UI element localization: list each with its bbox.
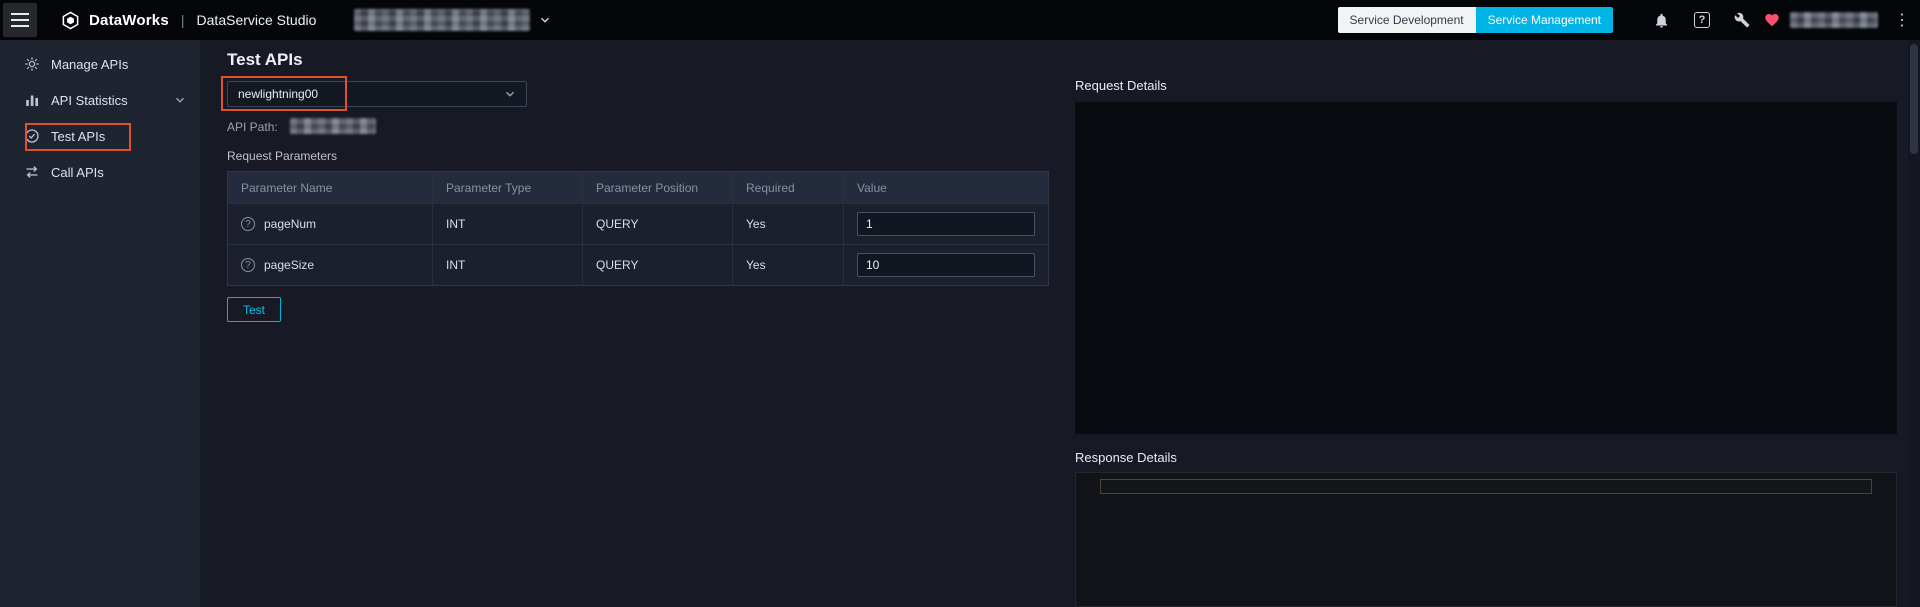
vertical-scrollbar[interactable] [1908,40,1920,607]
dataworks-logo-icon [62,11,79,29]
sidebar-item-manage-apis[interactable]: Manage APIs [0,46,200,82]
redacted-workspace-name [354,9,531,31]
chevron-down-icon [541,17,550,23]
param-type-cell: INT [432,204,582,244]
param-name-cell: ? pageSize [228,245,432,285]
redacted-api-path-value [290,118,376,134]
table-row: ? pageNum INT QUERY Yes [228,203,1048,244]
tab-service-development[interactable]: Service Development [1337,7,1476,33]
param-value-cell [843,204,1048,244]
param-value-input-pageSize[interactable] [857,253,1035,277]
table-header-row: Parameter Name Parameter Type Parameter … [228,172,1048,203]
api-select-value: newlightning00 [238,87,319,101]
topbar-right-controls: Service Development Service Management ? [1337,7,1920,33]
param-position-cell: QUERY [582,204,732,244]
column-header-parameter-type: Parameter Type [432,172,582,203]
scrollbar-thumb[interactable] [1910,44,1918,154]
request-parameters-table: Parameter Name Parameter Type Parameter … [227,171,1049,286]
tab-service-management[interactable]: Service Management [1475,7,1613,33]
tools-wrench-icon[interactable] [1734,12,1750,28]
sidebar-item-label: Manage APIs [51,56,129,72]
brand-name: DataWorks [89,11,169,29]
swap-arrows-icon [26,166,38,178]
sidebar-item-label: Test APIs [51,128,106,144]
hamburger-menu-icon[interactable] [3,3,37,37]
brand-area: DataWorks | DataService Studio [61,11,316,30]
request-details-title: Request Details [1075,78,1167,93]
sidebar-item-label: Call APIs [51,164,104,180]
param-value-input-pageNum[interactable] [857,212,1035,236]
param-required-cell: Yes [732,204,843,244]
help-circle-icon[interactable]: ? [241,258,255,272]
test-check-circle-icon [25,129,39,143]
topbar: DataWorks | DataService Studio Service D… [0,0,1920,40]
param-type-cell: INT [432,245,582,285]
column-header-required: Required [732,172,843,203]
sidebar-item-label: API Statistics [51,92,128,108]
workspace-selector[interactable] [354,9,551,31]
brand-separator: | [180,12,185,28]
help-icon[interactable]: ? [1694,12,1710,28]
param-name: pageNum [264,217,317,231]
column-header-parameter-name: Parameter Name [241,180,333,195]
response-details-panel [1075,472,1897,607]
api-select-dropdown[interactable]: newlightning00 [227,81,527,107]
param-name-cell: ? pageNum [228,204,432,244]
sidebar-item-test-apis[interactable]: Test APIs [0,118,200,154]
sidebar: Manage APIs API Statistics Test APIs Cal… [0,40,200,607]
param-name: pageSize [264,258,315,272]
dataworks-dataservice-studio-screen: DataWorks | DataService Studio Service D… [0,0,1920,607]
chevron-down-icon [175,97,185,103]
bar-chart-icon [26,95,38,106]
response-placeholder-field [1100,479,1872,494]
param-position-cell: QUERY [582,245,732,285]
column-header-value: Value [843,172,1048,203]
chevron-down-icon [505,91,515,97]
notification-bell-icon[interactable] [1653,12,1670,29]
test-button[interactable]: Test [227,297,282,322]
redacted-username [1790,12,1878,28]
product-name: DataService Studio [196,12,317,28]
request-parameters-label: Request Parameters [227,149,338,163]
sidebar-item-call-apis[interactable]: Call APIs [0,154,200,190]
column-header-parameter-position: Parameter Position [582,172,732,203]
help-question-glyph: ? [1694,12,1710,28]
api-path-label: API Path: [227,120,278,134]
param-value-cell [843,245,1048,285]
heart-icon[interactable] [1764,12,1780,28]
gear-icon [25,57,39,71]
sidebar-item-api-statistics[interactable]: API Statistics [0,82,200,118]
response-details-title: Response Details [1075,450,1177,465]
help-circle-icon[interactable]: ? [241,217,255,231]
param-required-cell: Yes [732,245,843,285]
page-title: Test APIs [227,50,303,69]
more-options-icon[interactable]: ⋮ [1894,10,1910,30]
table-row: ? pageSize INT QUERY Yes [228,244,1048,285]
request-details-panel [1075,102,1897,434]
